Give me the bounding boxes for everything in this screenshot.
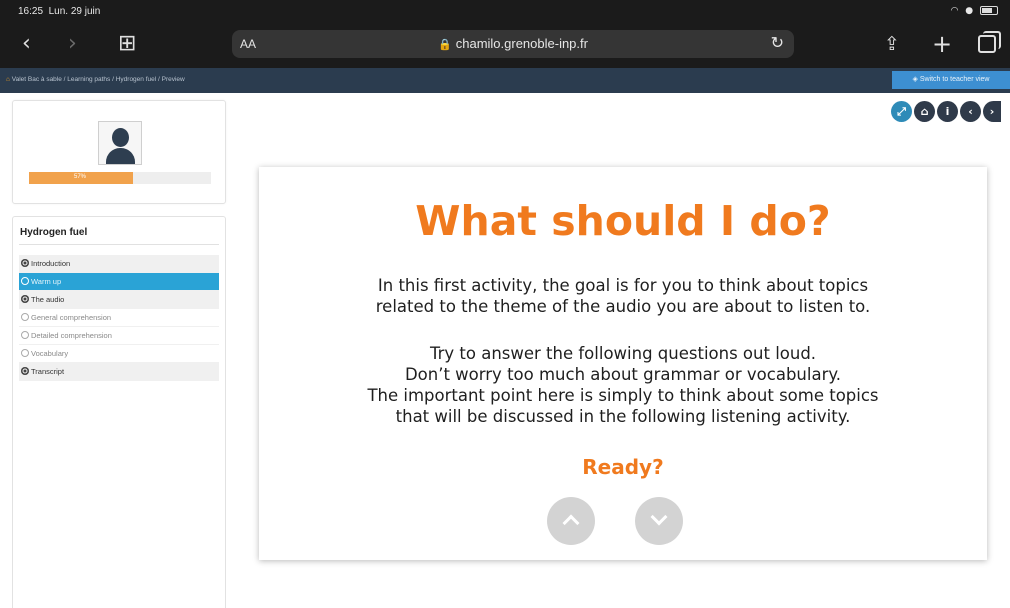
bookmarks-icon[interactable]: ⊞ (118, 30, 136, 58)
scroll-down-button[interactable] (635, 497, 683, 545)
text-line: Don’t worry too much about grammar or vo… (404, 365, 842, 384)
url-text[interactable]: 🔒 chamilo.grenoble-inp.fr (232, 36, 794, 51)
divider (19, 244, 219, 245)
status-bar: 16:25 Lun. 29 juin ◠ ● (0, 0, 1010, 22)
back-button[interactable]: ‹ (22, 30, 31, 58)
forward-button[interactable]: › (68, 30, 77, 58)
breadcrumb-item[interactable]: Learning paths (67, 76, 110, 83)
lesson-label: Detailed comprehension (31, 331, 112, 340)
text-line: In this first activity, the goal is for … (377, 276, 869, 295)
course-title: Hydrogen fuel (20, 227, 88, 238)
battery-icon (980, 6, 998, 15)
expand-icon[interactable]: ⤢ (891, 101, 912, 122)
completed-icon (21, 259, 29, 267)
not-started-icon (21, 331, 29, 339)
lesson-item[interactable]: Transcript (19, 363, 219, 381)
breadcrumb-bar: ⌂ Valet Bac à sable / Learning paths / H… (0, 68, 1010, 93)
text-line: that will be discussed in the following … (395, 407, 851, 426)
share-icon[interactable]: ⇪ (884, 30, 900, 58)
instructions-paragraph: Try to answer the following questions ou… (259, 343, 987, 427)
avatar (98, 121, 142, 165)
lesson-item[interactable]: The audio (19, 291, 219, 309)
lesson-item[interactable]: Introduction (19, 255, 219, 273)
profile-panel: 57% (12, 100, 226, 204)
home-icon[interactable]: ⌂ (914, 101, 935, 122)
breadcrumb-item: Preview (161, 76, 185, 83)
previous-icon[interactable]: ‹ (960, 101, 981, 122)
lesson-item[interactable]: Detailed comprehension (19, 327, 219, 345)
page-title: What should I do? (415, 197, 831, 245)
lock-icon: 🔒 (438, 39, 452, 51)
breadcrumb: ⌂ Valet Bac à sable / Learning paths / H… (6, 76, 185, 83)
content-card: What should I do? In this first activity… (259, 167, 987, 560)
chevron-down-icon (650, 508, 668, 526)
text-line: Try to answer the following questions ou… (429, 344, 817, 363)
text-line: related to the theme of the audio you ar… (375, 297, 871, 316)
lesson-label: Warm up (31, 277, 62, 286)
status-time: 16:25 Lun. 29 juin (18, 6, 101, 17)
new-tab-icon[interactable]: + (932, 30, 952, 58)
lesson-item[interactable]: Vocabulary (19, 345, 219, 363)
not-started-icon (21, 313, 29, 321)
browser-toolbar: ‹ › ⊞ AA 🔒 chamilo.grenoble-inp.fr ↻ ⇪ + (0, 22, 1010, 68)
scroll-up-button[interactable] (547, 497, 595, 545)
switch-teacher-view-button[interactable]: ◈ Switch to teacher view (892, 71, 1010, 89)
completed-icon (21, 367, 29, 375)
lesson-label: General comprehension (31, 313, 112, 322)
tabs-icon[interactable] (978, 31, 1001, 53)
progress-bar: 57% (29, 172, 211, 184)
info-icon[interactable]: i (937, 101, 958, 122)
ready-label: Ready? (582, 455, 664, 479)
progress-label: 57% (73, 174, 86, 180)
not-started-icon (21, 349, 29, 357)
lesson-label: Transcript (31, 367, 65, 376)
lesson-label: Introduction (31, 259, 71, 268)
chevron-up-icon (562, 514, 580, 532)
status-icons: ◠ ● (951, 6, 998, 16)
lesson-list: Introduction Warm up The audio General comp… (19, 255, 219, 381)
lesson-label: The audio (31, 295, 65, 304)
course-navigation: Hydrogen fuel Introduction Warm up The aud… (12, 216, 226, 608)
lesson-label: Vocabulary (31, 349, 69, 358)
text-line: The important point here is simply to th… (367, 386, 879, 405)
lesson-item[interactable]: Warm up (19, 273, 219, 291)
breadcrumb-item[interactable]: Valet Bac à sable (12, 76, 62, 83)
address-bar[interactable]: AA 🔒 chamilo.grenoble-inp.fr ↻ (232, 30, 794, 58)
completed-icon (21, 295, 29, 303)
breadcrumb-item[interactable]: Hydrogen fuel (116, 76, 156, 83)
current-icon (21, 277, 29, 285)
next-icon[interactable]: › (983, 101, 1001, 122)
intro-paragraph: In this first activity, the goal is for … (259, 275, 987, 317)
reload-icon[interactable]: ↻ (771, 33, 784, 52)
lesson-item[interactable]: General comprehension (19, 309, 219, 327)
home-icon[interactable]: ⌂ (6, 76, 10, 83)
